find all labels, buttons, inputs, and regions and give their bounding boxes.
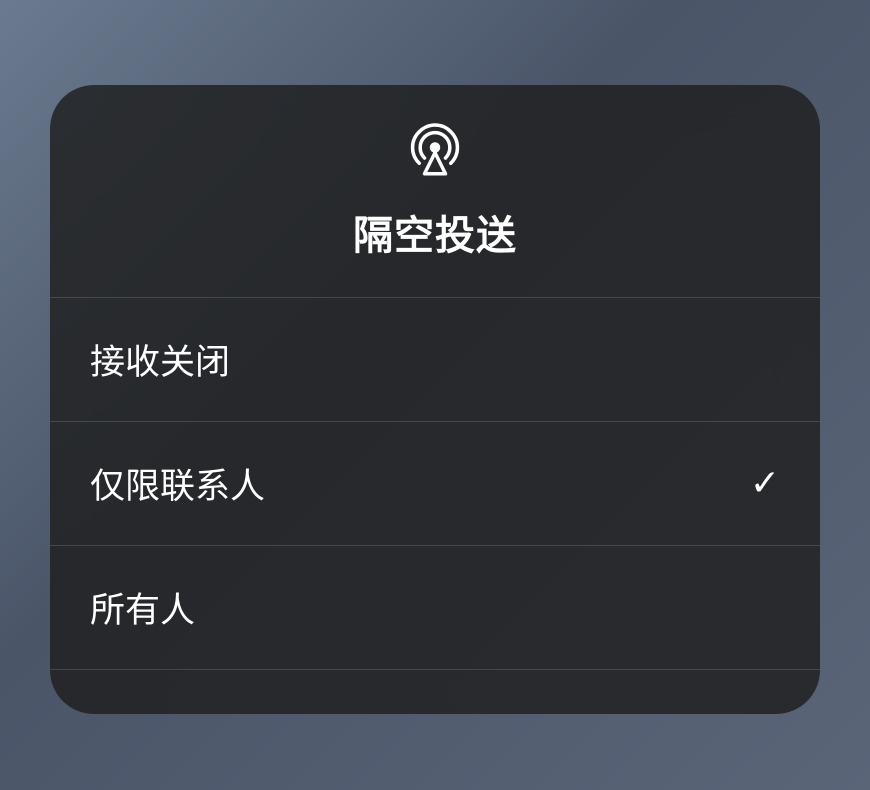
- airdrop-settings-panel: 隔空投送 接收关闭 仅限联系人 ✓ 所有人: [50, 85, 820, 714]
- option-label: 仅限联系人: [90, 458, 265, 509]
- option-label: 所有人: [90, 582, 195, 633]
- panel-title: 隔空投送: [353, 203, 517, 261]
- panel-header: 隔空投送: [50, 85, 820, 298]
- airdrop-icon: [407, 123, 463, 179]
- option-label: 接收关闭: [90, 334, 230, 385]
- option-receiving-off[interactable]: 接收关闭: [50, 298, 820, 422]
- option-everyone[interactable]: 所有人: [50, 546, 820, 670]
- bottom-spacer: [50, 670, 820, 714]
- option-contacts-only[interactable]: 仅限联系人 ✓: [50, 422, 820, 546]
- checkmark-icon: ✓: [750, 462, 780, 504]
